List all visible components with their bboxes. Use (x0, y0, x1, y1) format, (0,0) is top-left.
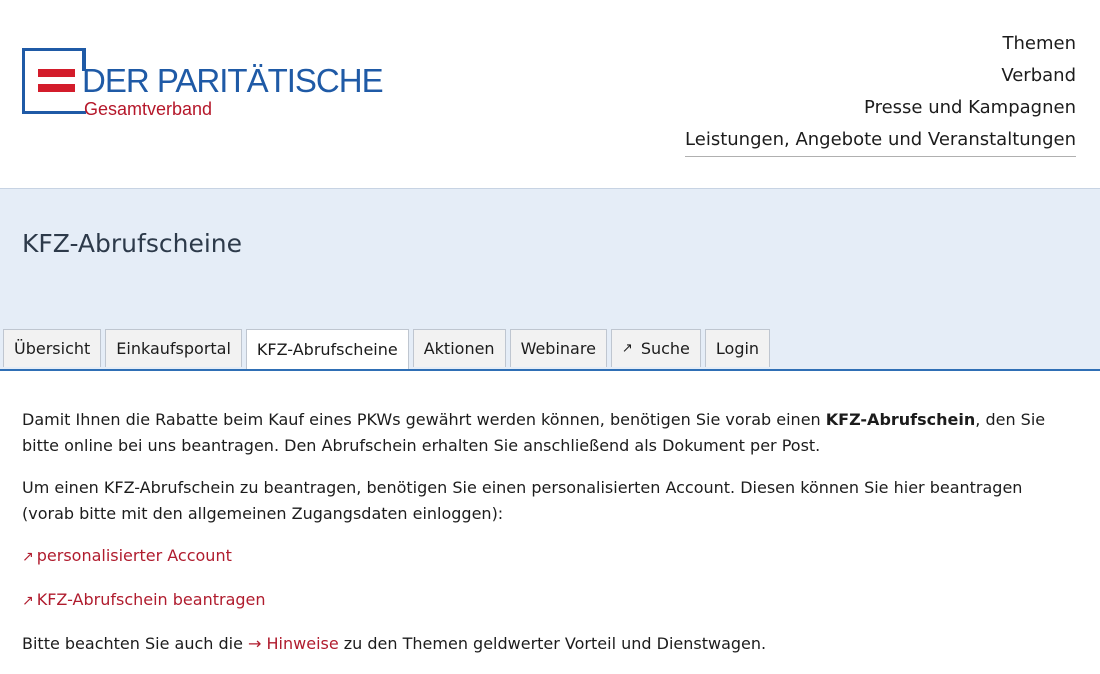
tab-label: Einkaufsportal (116, 339, 231, 358)
site-logo[interactable]: DER PARITÄTISCHE Gesamtverband (22, 48, 384, 120)
nav-item-presse[interactable]: Presse und Kampagnen (685, 92, 1076, 124)
logo-bar-top (38, 69, 75, 77)
tab-aktionen[interactable]: Aktionen (412, 329, 506, 367)
external-link-icon: ↗ (22, 549, 34, 565)
nav-item-leistungen[interactable]: Leistungen, Angebote und Veranstaltungen (685, 124, 1076, 157)
external-link-icon: ↗ (22, 593, 34, 609)
tab-uebersicht[interactable]: Übersicht (3, 329, 102, 367)
notes-text-end: zu den Themen geldwerter Vorteil und Die… (338, 634, 767, 653)
request-kfz-link[interactable]: KFZ-Abrufschein beantragen (37, 590, 266, 609)
main-navigation: Themen Verband Presse und Kampagnen Leis… (685, 28, 1076, 157)
logo-bar-bottom (38, 84, 75, 92)
tab-label: Suche (640, 339, 690, 358)
logo-frame (22, 48, 86, 114)
external-link-icon: ↗ (621, 341, 633, 356)
logo-title: DER PARITÄTISCHE (82, 62, 384, 99)
intro-paragraph: Damit Ihnen die Rabatte beim Kauf eines … (22, 407, 1078, 459)
nav-item-verband[interactable]: Verband (685, 60, 1076, 92)
notes-paragraph: Bitte beachten Sie auch die → Hinweise z… (22, 631, 1078, 657)
tab-webinare[interactable]: Webinare (509, 329, 607, 367)
account-paragraph: Um einen KFZ-Abrufschein zu beantragen, … (22, 478, 1023, 523)
link-request-line: ↗ KFZ-Abrufschein beantragen (22, 587, 1078, 614)
tab-label: Aktionen (423, 339, 495, 358)
site-header: DER PARITÄTISCHE Gesamtverband Themen Ve… (0, 0, 1100, 188)
hinweise-link[interactable]: Hinweise (267, 634, 339, 653)
tab-label: KFZ-Abrufscheine (256, 340, 398, 359)
link-account-line: ↗ personalisierter Account (22, 543, 1078, 570)
personalized-account-link[interactable]: personalisierter Account (37, 546, 232, 565)
tab-login[interactable]: Login (704, 329, 771, 367)
page-banner: KFZ-Abrufscheine Übersicht Einkaufsporta… (0, 188, 1100, 371)
intro-bold: KFZ-Abrufschein (825, 410, 976, 429)
tab-label: Webinare (520, 339, 596, 358)
tab-kfz-abrufscheine[interactable]: KFZ-Abrufscheine (245, 329, 409, 369)
arrow-right-icon: → (248, 634, 262, 653)
tab-suche[interactable]: ↗ Suche (610, 329, 701, 367)
logo-subtitle: Gesamtverband (84, 99, 213, 119)
tab-bar: Übersicht Einkaufsportal KFZ-Abrufschein… (3, 329, 771, 369)
nav-item-themen[interactable]: Themen (685, 28, 1077, 60)
notes-text: Bitte beachten Sie auch die (22, 634, 249, 653)
tab-label: Übersicht (14, 339, 91, 358)
tab-label: Login (715, 339, 760, 358)
page-title: KFZ-Abrufscheine (22, 229, 242, 258)
tab-einkaufsportal[interactable]: Einkaufsportal (105, 329, 242, 367)
intro-text: Damit Ihnen die Rabatte beim Kauf eines … (22, 410, 826, 429)
tab-underline (0, 369, 1100, 371)
main-content: Damit Ihnen die Rabatte beim Kauf eines … (0, 369, 1100, 657)
